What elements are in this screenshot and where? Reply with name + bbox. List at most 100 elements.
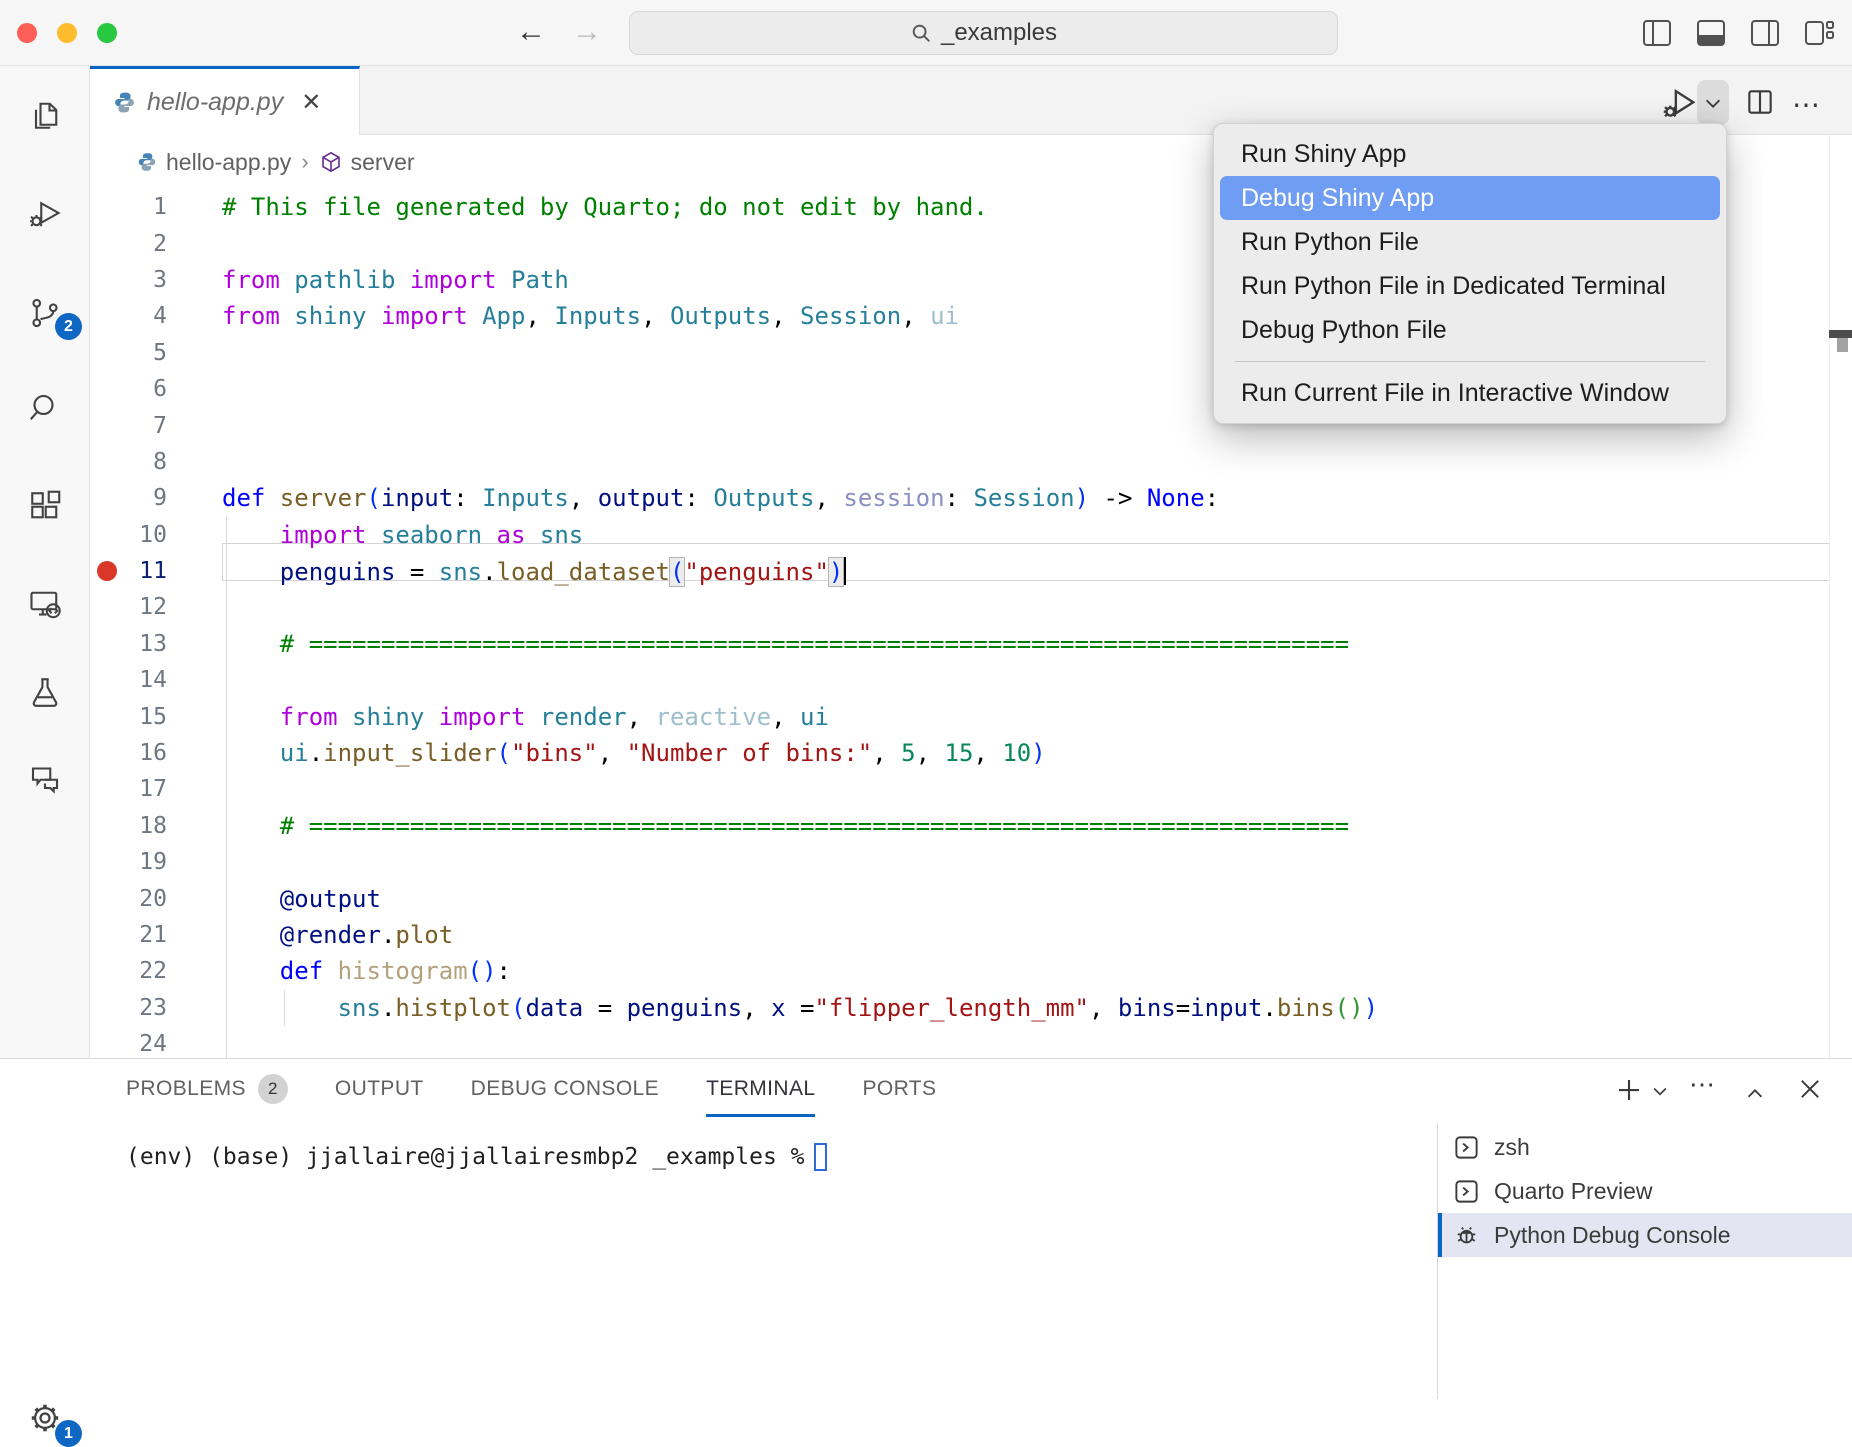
toggle-panel-icon[interactable] bbox=[1695, 18, 1727, 48]
line-number[interactable]: 15 bbox=[90, 704, 167, 730]
line-number[interactable]: 4 bbox=[90, 303, 167, 329]
code-line-8[interactable]: 8 bbox=[90, 444, 1852, 480]
forward-arrow-icon[interactable]: → bbox=[567, 14, 607, 50]
menu-item-run-python-file[interactable]: Run Python File bbox=[1220, 220, 1720, 264]
terminal-instance-quarto-preview[interactable]: Quarto Preview bbox=[1438, 1169, 1852, 1213]
minimize-window-button[interactable] bbox=[57, 23, 77, 43]
panel-more-actions-icon[interactable]: ⋯ bbox=[1689, 1069, 1719, 1099]
maximize-panel-icon[interactable] bbox=[1744, 1083, 1774, 1113]
close-window-button[interactable] bbox=[17, 23, 37, 43]
line-number[interactable]: 14 bbox=[90, 667, 167, 693]
command-center-search[interactable]: _examples bbox=[629, 11, 1338, 55]
line-number[interactable]: 23 bbox=[90, 995, 167, 1021]
line-number[interactable]: 3 bbox=[90, 267, 167, 293]
editor-more-actions-icon[interactable]: ⋯ bbox=[1792, 88, 1822, 121]
panel-tabs: PROBLEMS2 OUTPUT DEBUG CONSOLE TERMINAL PORT… bbox=[126, 1059, 936, 1119]
panel-tab-output[interactable]: OUTPUT bbox=[335, 1059, 424, 1119]
terminal-instance-zsh[interactable]: zsh bbox=[1438, 1125, 1852, 1169]
code-line-17[interactable]: 17 bbox=[90, 771, 1852, 807]
run-and-debug-icon[interactable] bbox=[27, 195, 63, 231]
split-editor-icon[interactable] bbox=[1744, 86, 1776, 118]
terminal-launch-chevron-icon[interactable] bbox=[1650, 1081, 1680, 1111]
code-line-9[interactable]: 9def server(input: Inputs, output: Outpu… bbox=[90, 480, 1852, 516]
code-line-21[interactable]: 21 @render.plot bbox=[90, 917, 1852, 953]
code-line-19[interactable]: 19 bbox=[90, 844, 1852, 880]
code-line-24[interactable]: 24 bbox=[90, 1026, 1852, 1062]
line-number[interactable]: 18 bbox=[90, 813, 167, 839]
code-line-22[interactable]: 22 def histogram(): bbox=[90, 953, 1852, 989]
code-line-12[interactable]: 12 bbox=[90, 589, 1852, 625]
bottom-panel: PROBLEMS2 OUTPUT DEBUG CONSOLE TERMINAL PORT… bbox=[0, 1058, 1852, 1398]
line-number[interactable]: 5 bbox=[90, 340, 167, 366]
code-line-13[interactable]: 13 # ===================================… bbox=[90, 626, 1852, 662]
terminal-prompt-line[interactable]: (env) (base) jjallaire@jjallairesmbp2 _e… bbox=[126, 1143, 827, 1171]
line-number[interactable]: 7 bbox=[90, 413, 167, 439]
menu-item-run-python-file-in-dedicated-terminal[interactable]: Run Python File in Dedicated Terminal bbox=[1220, 264, 1720, 308]
breadcrumb-file[interactable]: hello-app.py bbox=[166, 149, 291, 176]
back-arrow-icon[interactable]: ← bbox=[511, 14, 551, 50]
line-number[interactable]: 21 bbox=[90, 922, 167, 948]
menu-item-run-shiny-app[interactable]: Run Shiny App bbox=[1220, 132, 1720, 176]
tab-hello-app[interactable]: hello-app.py ✕ bbox=[90, 66, 360, 135]
debug-run-button-icon[interactable] bbox=[1659, 84, 1699, 122]
remote-explorer-icon[interactable] bbox=[27, 586, 63, 622]
line-number[interactable]: 22 bbox=[90, 958, 167, 984]
overview-ruler-mark bbox=[1829, 330, 1852, 338]
code-text: penguins = sns.load_dataset("penguins") bbox=[167, 557, 846, 586]
line-number[interactable]: 17 bbox=[90, 776, 167, 802]
menu-item-debug-shiny-app[interactable]: Debug Shiny App bbox=[1220, 176, 1720, 220]
menu-separator bbox=[1235, 361, 1705, 362]
line-number[interactable]: 8 bbox=[90, 449, 167, 475]
code-line-10[interactable]: 10 import seaborn as sns bbox=[90, 517, 1852, 553]
code-line-18[interactable]: 18 # ===================================… bbox=[90, 808, 1852, 844]
terminal-instance-python-debug-console[interactable]: Python Debug Console bbox=[1438, 1213, 1852, 1257]
line-number[interactable]: 13 bbox=[90, 631, 167, 657]
line-number[interactable]: 2 bbox=[90, 231, 167, 257]
line-number[interactable]: 16 bbox=[90, 740, 167, 766]
line-number[interactable]: 20 bbox=[90, 886, 167, 912]
code-text: from shiny import App, Inputs, Outputs, … bbox=[167, 302, 959, 330]
code-line-14[interactable]: 14 bbox=[90, 662, 1852, 698]
code-line-20[interactable]: 20 @output bbox=[90, 880, 1852, 916]
toggle-secondary-sidebar-icon[interactable] bbox=[1749, 18, 1781, 48]
run-dropdown-chevron-icon[interactable] bbox=[1702, 92, 1724, 114]
line-number[interactable]: 11 bbox=[90, 558, 167, 584]
testing-icon[interactable] bbox=[27, 674, 63, 710]
panel-tab-problems[interactable]: PROBLEMS2 bbox=[126, 1059, 288, 1119]
terminal-icon bbox=[1453, 1178, 1480, 1205]
menu-item-debug-python-file[interactable]: Debug Python File bbox=[1220, 308, 1720, 352]
panel-tab-debug-console[interactable]: DEBUG CONSOLE bbox=[471, 1059, 659, 1119]
line-number[interactable]: 6 bbox=[90, 376, 167, 402]
code-line-11[interactable]: 11 penguins = sns.load_dataset("penguins… bbox=[90, 553, 1852, 589]
customize-layout-icon[interactable] bbox=[1803, 18, 1835, 48]
source-control-icon[interactable]: 2 bbox=[27, 295, 63, 331]
line-number[interactable]: 19 bbox=[90, 849, 167, 875]
zoom-window-button[interactable] bbox=[97, 23, 117, 43]
terminal-instance-label: Quarto Preview bbox=[1494, 1178, 1653, 1205]
code-text: from shiny import render, reactive, ui bbox=[167, 703, 829, 731]
breadcrumb-symbol[interactable]: server bbox=[351, 149, 415, 176]
panel-tab-ports[interactable]: PORTS bbox=[862, 1059, 936, 1119]
line-number[interactable]: 10 bbox=[90, 522, 167, 548]
settings-gear-icon[interactable]: 1 bbox=[27, 1400, 63, 1436]
tab-close-icon[interactable]: ✕ bbox=[301, 88, 321, 117]
line-number[interactable]: 9 bbox=[90, 485, 167, 511]
line-number[interactable]: 1 bbox=[90, 194, 167, 220]
explorer-icon[interactable] bbox=[27, 97, 63, 133]
search-sidebar-icon[interactable] bbox=[27, 390, 63, 426]
code-line-23[interactable]: 23 sns.histplot(data = penguins, x ="fli… bbox=[90, 990, 1852, 1026]
code-line-15[interactable]: 15 from shiny import render, reactive, u… bbox=[90, 698, 1852, 734]
menu-item-run-current-file-in-interactive-window[interactable]: Run Current File in Interactive Window bbox=[1220, 371, 1720, 415]
extensions-icon[interactable] bbox=[27, 488, 63, 524]
new-terminal-icon[interactable] bbox=[1614, 1075, 1644, 1105]
panel-tab-label: PROBLEMS bbox=[126, 1077, 246, 1101]
overview-ruler-mark bbox=[1837, 338, 1848, 352]
toggle-primary-sidebar-icon[interactable] bbox=[1641, 18, 1673, 48]
line-number[interactable]: 12 bbox=[90, 594, 167, 620]
comments-icon[interactable] bbox=[27, 761, 63, 797]
panel-tab-terminal[interactable]: TERMINAL bbox=[706, 1059, 815, 1119]
terminal-instance-label: zsh bbox=[1494, 1134, 1530, 1161]
code-line-16[interactable]: 16 ui.input_slider("bins", "Number of bi… bbox=[90, 735, 1852, 771]
line-number[interactable]: 24 bbox=[90, 1031, 167, 1057]
close-panel-icon[interactable] bbox=[1796, 1075, 1826, 1105]
